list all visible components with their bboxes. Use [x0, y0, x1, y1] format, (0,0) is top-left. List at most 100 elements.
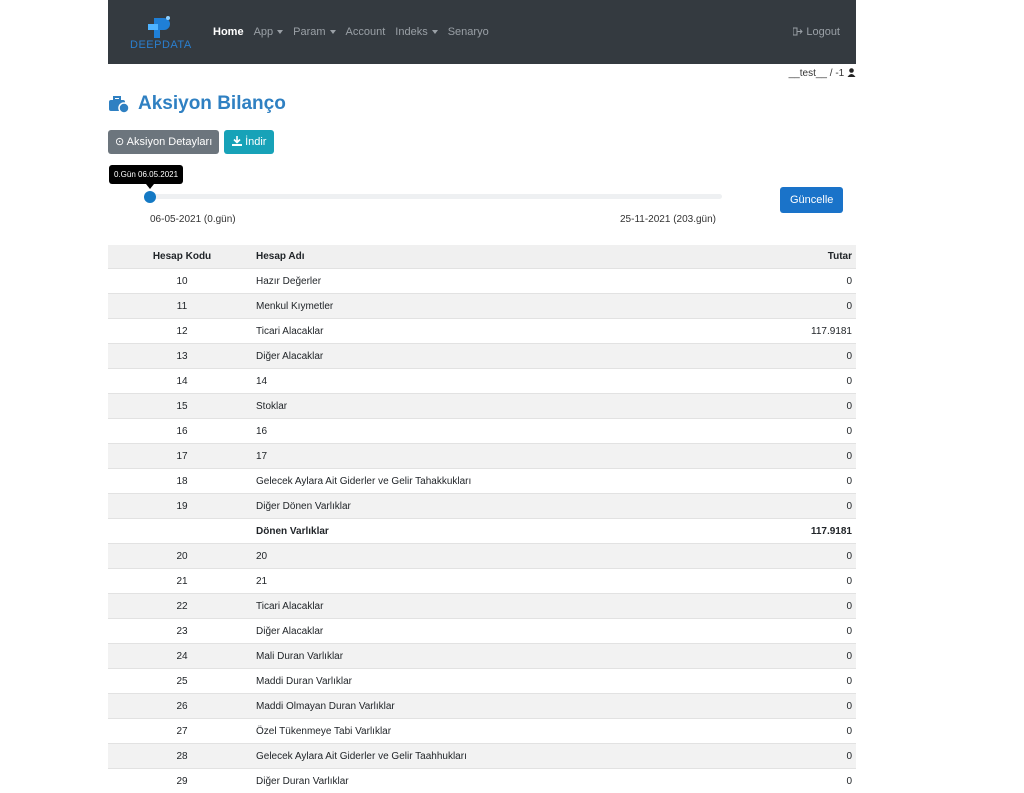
account-name-cell: 20	[256, 544, 750, 569]
date-slider-track[interactable]	[150, 194, 722, 199]
table-row: 13Diğer Alacaklar0	[108, 344, 856, 369]
amount-cell: 0	[750, 544, 856, 569]
amount-cell: 0	[750, 619, 856, 644]
amount-cell: 0	[750, 369, 856, 394]
download-icon	[232, 136, 242, 146]
user-id-text: __test__ / -1	[789, 68, 845, 79]
table-row: 22Ticari Alacaklar0	[108, 594, 856, 619]
account-code-cell: 20	[108, 544, 256, 569]
amount-cell: 0	[750, 444, 856, 469]
nav-indeks[interactable]: Indeks	[395, 26, 437, 38]
nav-app[interactable]: App	[254, 26, 284, 38]
amount-cell: 0	[750, 694, 856, 719]
amount-cell: 0	[750, 769, 856, 793]
account-name-cell: Mali Duran Varlıklar	[256, 644, 750, 669]
amount-cell: 0	[750, 419, 856, 444]
logout-icon	[793, 27, 803, 36]
table-row: 25Maddi Duran Varlıklar0	[108, 669, 856, 694]
table-row: 27Özel Tükenmeye Tabi Varlıklar0	[108, 719, 856, 744]
amount-cell: 0	[750, 569, 856, 594]
account-name-cell: Dönen Varlıklar	[256, 519, 750, 544]
header-amount[interactable]: Tutar	[750, 245, 856, 269]
account-name-cell: 17	[256, 444, 750, 469]
account-code-cell: 29	[108, 769, 256, 793]
account-code-cell: 11	[108, 294, 256, 319]
amount-cell: 0	[750, 269, 856, 294]
account-name-cell: Ticari Alacaklar	[256, 319, 750, 344]
account-name-cell: Diğer Dönen Varlıklar	[256, 494, 750, 519]
account-code-cell: 10	[108, 269, 256, 294]
table-row: 14140	[108, 369, 856, 394]
table-row: 16160	[108, 419, 856, 444]
account-code-cell: 23	[108, 619, 256, 644]
slider-tooltip: 0.Gün 06.05.2021	[109, 165, 183, 184]
account-name-cell: Ticari Alacaklar	[256, 594, 750, 619]
table-header-row: Hesap Kodu Hesap Adı Tutar	[108, 245, 856, 269]
account-code-cell: 28	[108, 744, 256, 769]
nav-senaryo-label: Senaryo	[448, 26, 489, 38]
account-code-cell: 24	[108, 644, 256, 669]
logo-mark-icon	[130, 12, 190, 40]
nav-param[interactable]: Param	[293, 26, 335, 38]
table-row: 24Mali Duran Varlıklar0	[108, 644, 856, 669]
logout-link[interactable]: Logout	[793, 26, 840, 38]
aksiyon-details-button[interactable]: ⊙ Aksiyon Detayları	[108, 130, 219, 154]
nav-account[interactable]: Account	[346, 26, 386, 38]
account-name-cell: Stoklar	[256, 394, 750, 419]
table-row: 26Maddi Olmayan Duran Varlıklar0	[108, 694, 856, 719]
arrow-circle-left-icon: ⊙	[115, 136, 124, 148]
account-code-cell: 26	[108, 694, 256, 719]
table-row: 11Menkul Kıymetler0	[108, 294, 856, 319]
account-name-cell: Maddi Duran Varlıklar	[256, 669, 750, 694]
account-name-cell: Gelecek Aylara Ait Giderler ve Gelir Taa…	[256, 744, 750, 769]
account-code-cell: 19	[108, 494, 256, 519]
account-code-cell: 13	[108, 344, 256, 369]
table-row: 17170	[108, 444, 856, 469]
briefcase-clock-icon	[108, 95, 130, 113]
deepdata-logo[interactable]: DEEPDATA	[130, 12, 190, 52]
date-slider-handle[interactable]	[144, 191, 156, 203]
header-account-code[interactable]: Hesap Kodu	[108, 245, 256, 269]
user-icon	[847, 68, 856, 77]
amount-cell: 117.9181	[750, 519, 856, 544]
nav-home-label: Home	[213, 26, 244, 38]
nav-account-label: Account	[346, 26, 386, 38]
table-row: 19Diğer Dönen Varlıklar0	[108, 494, 856, 519]
account-name-cell: Gelecek Aylara Ait Giderler ve Gelir Tah…	[256, 469, 750, 494]
account-code-cell: 21	[108, 569, 256, 594]
table-row: 12Ticari Alacaklar117.9181	[108, 319, 856, 344]
nav-app-label: App	[254, 26, 274, 38]
account-name-cell: 16	[256, 419, 750, 444]
amount-cell: 0	[750, 469, 856, 494]
amount-cell: 0	[750, 744, 856, 769]
amount-cell: 0	[750, 669, 856, 694]
amount-cell: 0	[750, 394, 856, 419]
table-row: 23Diğer Alacaklar0	[108, 619, 856, 644]
table-row: 21210	[108, 569, 856, 594]
account-name-cell: Maddi Olmayan Duran Varlıklar	[256, 694, 750, 719]
account-name-cell: Hazır Değerler	[256, 269, 750, 294]
amount-cell: 0	[750, 644, 856, 669]
account-name-cell: Diğer Alacaklar	[256, 344, 750, 369]
amount-cell: 0	[750, 294, 856, 319]
download-button[interactable]: İndir	[224, 130, 274, 154]
account-code-cell: 14	[108, 369, 256, 394]
nav-home[interactable]: Home	[213, 26, 244, 38]
account-name-cell: Diğer Duran Varlıklar	[256, 769, 750, 793]
amount-cell: 0	[750, 494, 856, 519]
header-account-name[interactable]: Hesap Adı	[256, 245, 750, 269]
table-row: 10Hazır Değerler0	[108, 269, 856, 294]
main-nav: Home App Param Account Indeks Senaryo	[213, 26, 489, 38]
account-name-cell: Özel Tükenmeye Tabi Varlıklar	[256, 719, 750, 744]
amount-cell: 0	[750, 344, 856, 369]
balance-table: Hesap Kodu Hesap Adı Tutar 10Hazır Değer…	[108, 245, 856, 793]
user-info: __test__ / -1	[789, 68, 856, 79]
caret-down-icon	[330, 30, 336, 34]
nav-senaryo[interactable]: Senaryo	[448, 26, 489, 38]
page-title: Aksiyon Bilanço	[108, 93, 286, 115]
nav-indeks-label: Indeks	[395, 26, 427, 38]
table-row: 29Diğer Duran Varlıklar0	[108, 769, 856, 793]
update-button[interactable]: Güncelle	[780, 187, 843, 213]
top-navbar: DEEPDATA Home App Param Account Indeks S…	[108, 0, 856, 64]
account-code-cell: 16	[108, 419, 256, 444]
